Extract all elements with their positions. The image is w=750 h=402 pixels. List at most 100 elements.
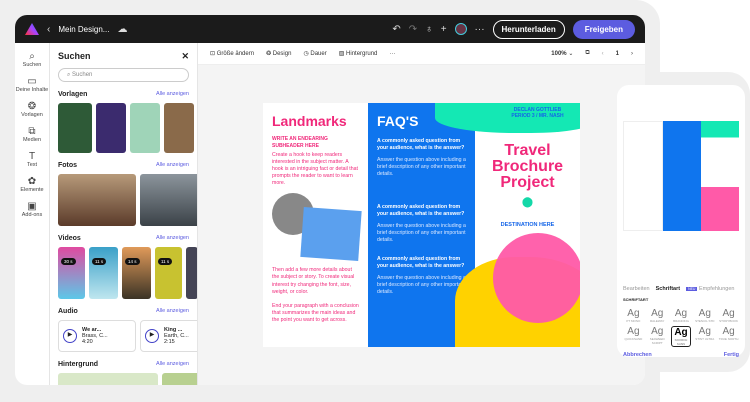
brochure-title: Travel Brochure Project bbox=[491, 142, 564, 191]
rail-item-search[interactable]: ⌕ Suchen bbox=[15, 51, 49, 68]
preview-panel bbox=[623, 121, 663, 231]
font-name: TRUE NORTH bbox=[718, 337, 739, 341]
video-thumb[interactable]: 11 s bbox=[155, 247, 182, 299]
video-thumb[interactable] bbox=[186, 247, 197, 299]
undo-icon[interactable]: ↶ bbox=[392, 24, 400, 35]
rail-item-content[interactable]: ▭ Deine Inhalte bbox=[15, 76, 49, 93]
photo-thumb[interactable] bbox=[58, 174, 136, 226]
play-icon[interactable]: ▶ bbox=[145, 329, 159, 343]
redo-icon[interactable]: ↷ bbox=[409, 24, 417, 35]
duration-button[interactable]: ◷ Dauer bbox=[303, 50, 326, 57]
rail-item-elements[interactable]: ✿ Elemente bbox=[15, 176, 49, 193]
see-all-photos[interactable]: Alle anzeigen bbox=[156, 162, 189, 169]
see-all-videos[interactable]: Alle anzeigen bbox=[156, 235, 189, 242]
font-option[interactable]: Ag SEAWEED SCRIPT bbox=[647, 326, 668, 347]
next-page-icon[interactable]: › bbox=[631, 51, 633, 57]
elements-icon: ✿ bbox=[27, 176, 37, 187]
video-duration: 11 s bbox=[92, 258, 107, 265]
font-name: STINT ULTRA bbox=[695, 337, 715, 341]
close-icon[interactable]: ✕ bbox=[181, 51, 189, 62]
cancel-button[interactable]: Abbrechen bbox=[623, 352, 652, 358]
rail-item-templates[interactable]: ❂ Vorlagen bbox=[15, 101, 49, 118]
paragraph: End your paragraph with a conclusion tha… bbox=[272, 302, 359, 323]
rail-item-media[interactable]: ⧉ Medien bbox=[15, 126, 49, 143]
photo-thumb[interactable] bbox=[140, 174, 197, 226]
tab-font[interactable]: Schriftart bbox=[656, 286, 680, 292]
video-thumb[interactable]: 30 s bbox=[58, 247, 85, 299]
phone-mockup: Bearbeiten Schriftart NEU Empfehlungen S… bbox=[617, 85, 745, 358]
font-sample: Ag bbox=[627, 308, 640, 319]
more-icon[interactable]: ··· bbox=[389, 51, 395, 57]
done-button[interactable]: Fertig bbox=[724, 352, 739, 358]
background-thumb[interactable] bbox=[162, 373, 197, 385]
share-button[interactable]: Freigeben bbox=[572, 19, 635, 39]
font-sample: Ag bbox=[651, 326, 664, 337]
video-thumb[interactable]: 14 s bbox=[122, 247, 151, 299]
tab-recommendations[interactable]: NEU Empfehlungen bbox=[686, 286, 734, 292]
brochure[interactable]: Landmarks WRITE AN ENDEARING SUBHEADER H… bbox=[263, 103, 580, 347]
back-chevron-icon[interactable]: ‹ bbox=[47, 24, 50, 35]
brochure-panel-landmarks: Landmarks WRITE AN ENDEARING SUBHEADER H… bbox=[263, 103, 368, 347]
audio-item[interactable]: ▶ We ar... Brass, C... 4:20 bbox=[58, 320, 136, 352]
document-title[interactable]: Mein Design... bbox=[58, 25, 109, 34]
font-option[interactable]: Ag PT MONO bbox=[623, 308, 644, 323]
audio-item[interactable]: ▶ King ... Earth, C... 2:15 bbox=[140, 320, 197, 352]
prev-page-icon[interactable]: ‹ bbox=[602, 51, 604, 57]
rail-item-text[interactable]: T Text bbox=[15, 151, 49, 168]
rail-item-addons[interactable]: ▣ Add-ons bbox=[15, 201, 49, 218]
video-duration: 14 s bbox=[125, 258, 140, 265]
rail-label: Medien bbox=[22, 137, 42, 143]
video-thumb[interactable]: 11 s bbox=[89, 247, 118, 299]
font-option[interactable]: Ag TRUE NORTH bbox=[718, 326, 739, 347]
template-thumb[interactable] bbox=[58, 103, 92, 153]
font-option[interactable]: Ag BRANDING bbox=[671, 308, 692, 323]
background-thumb[interactable] bbox=[58, 373, 158, 385]
adobe-express-logo[interactable] bbox=[25, 23, 39, 35]
invite-plus-icon[interactable]: + bbox=[441, 24, 447, 35]
font-option[interactable]: Ag STORYBOOK bbox=[718, 308, 739, 323]
font-option[interactable]: Ag STENCIL STD bbox=[694, 308, 715, 323]
design-button[interactable]: ❂ Design bbox=[266, 50, 291, 57]
rail-label: Add-ons bbox=[21, 212, 43, 218]
text-icon: T bbox=[28, 151, 36, 162]
font-sample: Ag bbox=[722, 326, 735, 337]
lightbulb-icon[interactable]: ♁ bbox=[425, 24, 433, 35]
template-thumb[interactable] bbox=[96, 103, 126, 153]
font-option[interactable]: Ag SOURCE SANS bbox=[670, 326, 692, 347]
search-icon: ⌕ bbox=[29, 51, 35, 62]
font-option[interactable]: Ag STINT ULTRA bbox=[694, 326, 715, 347]
rail-label: Vorlagen bbox=[21, 112, 43, 118]
font-option[interactable]: Ag RALEWAY bbox=[647, 308, 668, 323]
faq-question: A commonly asked question from your audi… bbox=[377, 203, 465, 217]
play-icon[interactable]: ▶ bbox=[63, 329, 77, 343]
rail-label: Elemente bbox=[20, 187, 44, 193]
template-thumb[interactable] bbox=[164, 103, 194, 153]
tab-edit[interactable]: Bearbeiten bbox=[623, 286, 650, 292]
see-all-background[interactable]: Alle anzeigen bbox=[156, 361, 189, 368]
landmarks-title: Landmarks bbox=[272, 113, 347, 129]
resize-label: Größe ändern bbox=[216, 51, 255, 57]
background-button[interactable]: ▨ Hintergrund bbox=[339, 50, 378, 57]
font-option[interactable]: Ag QUICKSAND bbox=[623, 326, 644, 347]
search-input[interactable]: ⌕ Suchen bbox=[58, 68, 189, 82]
brochure-preview bbox=[623, 121, 739, 231]
section-templates: Vorlagen bbox=[58, 91, 88, 98]
section-videos: Videos bbox=[58, 235, 81, 242]
template-thumb[interactable] bbox=[130, 103, 160, 153]
resize-button[interactable]: ⊡ Größe ändern bbox=[210, 50, 254, 57]
video-duration: 11 s bbox=[158, 258, 173, 265]
paragraph: Create a hook to keep readers interested… bbox=[272, 152, 358, 187]
download-button[interactable]: Herunterladen bbox=[492, 19, 565, 39]
see-all-templates[interactable]: Alle anzeigen bbox=[156, 91, 189, 98]
more-icon[interactable]: ··· bbox=[475, 24, 485, 35]
zoom-select[interactable]: 100% ⌄ bbox=[551, 50, 573, 57]
font-sample: Ag bbox=[698, 308, 711, 319]
avatar[interactable] bbox=[454, 23, 467, 35]
left-rail: ⌕ Suchen ▭ Deine Inhalte ❂ Vorlagen ⧉ Medien… bbox=[15, 43, 50, 385]
see-all-audio[interactable]: Alle anzeigen bbox=[156, 308, 189, 315]
class-period: PERIOD 3 / MR. NASH bbox=[511, 113, 564, 119]
font-name: PT MONO bbox=[626, 319, 641, 323]
font-sample: Ag bbox=[674, 327, 688, 338]
pages-icon[interactable]: ⧉ bbox=[585, 50, 589, 57]
faq-answer: Answer the question above including a br… bbox=[377, 275, 466, 296]
